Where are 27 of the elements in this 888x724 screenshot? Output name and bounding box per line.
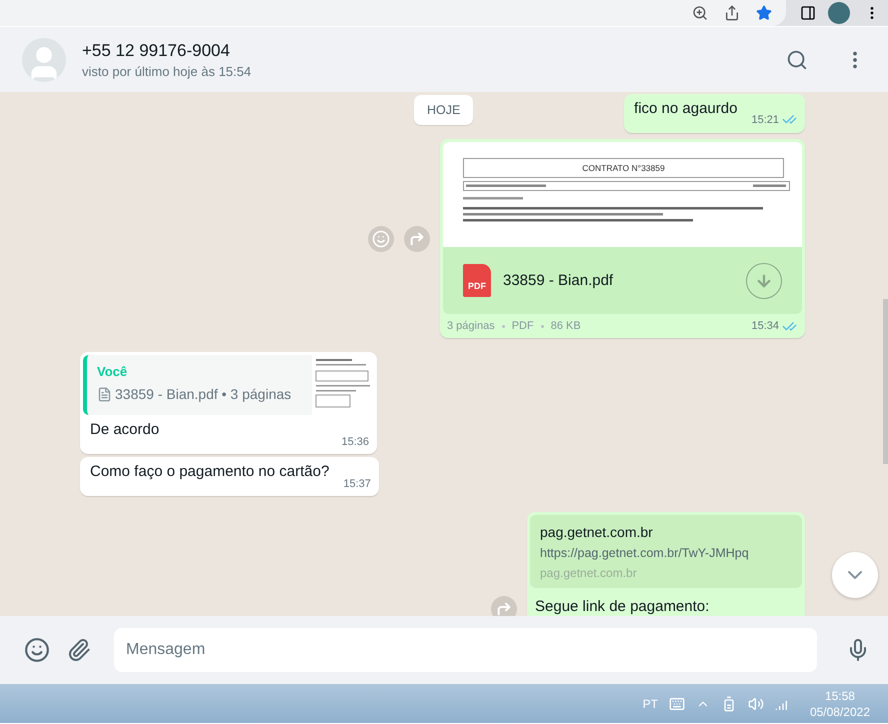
message-time: 15:21 <box>751 112 797 127</box>
link-url: https://pag.getnet.com.br/TwY-JMHpq <box>540 546 750 560</box>
link-preview[interactable]: pag.getnet.com.br https://pag.getnet.com.br/TwY-JMHpq pag.getnet.com.br <box>530 515 802 588</box>
clock-date: 05/08/2022 <box>810 704 870 718</box>
message-input[interactable]: Mensagem <box>114 628 817 672</box>
date-chip: HOJE <box>414 95 474 125</box>
document-title: CONTRATO N°33859 <box>463 158 784 178</box>
file-meta: 86 KB <box>550 320 581 332</box>
message-text: De acordo <box>90 421 160 440</box>
message-text: Como faço o pagamento no cartão? <box>90 463 330 482</box>
file-meta: 3 páginas <box>447 320 495 332</box>
message-time: 15:34 <box>751 318 797 334</box>
message-time: 15:37 <box>343 478 371 490</box>
clock-time: 15:58 <box>824 688 855 702</box>
link-domain: pag.getnet.com.br <box>540 566 638 580</box>
message-text: fico no agaurdo <box>634 100 738 119</box>
quoted-file: 33859 - Bian.pdf • 3 páginas <box>97 386 302 402</box>
message-text: Segue link de pagamento: <box>535 598 710 616</box>
quote-author: Você <box>97 364 128 379</box>
link-title: pag.getnet.com.br <box>540 524 654 540</box>
quoted-message[interactable]: Você 33859 - Bian.pdf • 3 páginas <box>83 355 374 415</box>
file-name: 33859 - Bian.pdf <box>503 272 614 289</box>
message-time: 15:36 <box>341 436 369 448</box>
contact-status: visto por último hoje às 15:54 <box>82 64 252 78</box>
contact-name: +55 12 99176-9004 <box>82 40 231 60</box>
file-meta: PDF <box>512 320 534 332</box>
pdf-file-icon: PDF <box>463 264 491 297</box>
